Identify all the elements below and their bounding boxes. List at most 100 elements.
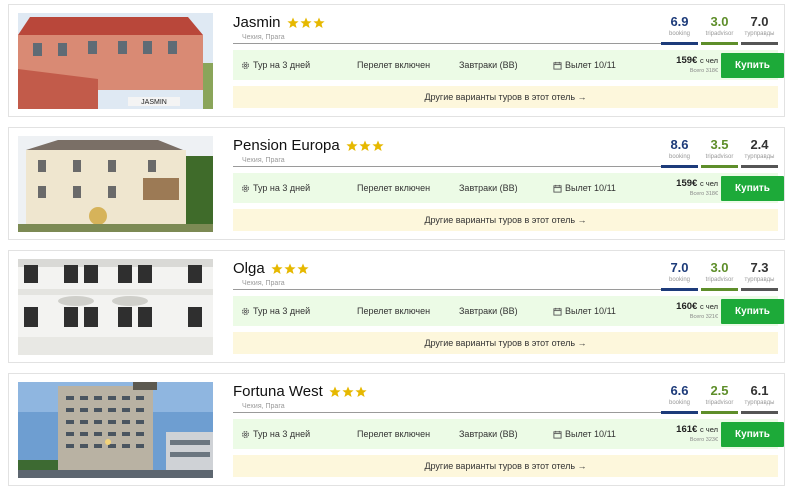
price-per-person: 159€ (676, 55, 698, 66)
tripadvisor-rating[interactable]: 3.5 tripadvisor (701, 136, 738, 168)
price-box: 161€ с чел Всего 323€ (658, 424, 718, 444)
price-total: Всего 323€ (689, 437, 718, 443)
turpravdy-rating[interactable]: 7.0 турправды (741, 13, 778, 45)
divider (233, 43, 661, 44)
more-tours-link[interactable]: Другие варианты туров в этот отель → (233, 86, 778, 108)
star-icon (299, 17, 312, 29)
hotel-location: Чехия, Прага (242, 280, 285, 287)
star-icon (342, 386, 354, 398)
booking-rating-label: booking (668, 277, 691, 283)
divider (233, 289, 661, 290)
hotel-photo-image (18, 259, 213, 355)
booking-rating-label: booking (668, 31, 691, 37)
turpravdy-rating[interactable]: 2.4 турправды (741, 136, 778, 168)
tour-duration: Тур на 3 дней (241, 296, 310, 326)
star-icon (312, 17, 325, 29)
buy-button[interactable]: Купить (721, 422, 784, 447)
booking-rating[interactable]: 8.6 booking (661, 136, 698, 168)
hotel-name-text: Pension Europa (233, 137, 340, 154)
booking-rating-bar (661, 165, 698, 168)
departure-date-text: Вылет 10/11 (565, 429, 616, 439)
more-tours-link[interactable]: Другие варианты туров в этот отель → (233, 332, 778, 354)
star-rating (346, 140, 385, 152)
star-icon (372, 140, 384, 152)
meals-info: Завтраки (BB) (459, 429, 518, 439)
booking-rating[interactable]: 7.0 booking (661, 259, 698, 291)
hotel-name[interactable]: Fortuna West (233, 383, 368, 400)
gear-icon (242, 430, 249, 438)
star-icon (355, 386, 367, 398)
tour-duration: Тур на 3 дней (241, 50, 310, 80)
price-per-person-label: с чел (699, 425, 718, 434)
star-icon (346, 140, 358, 152)
hotel-name[interactable]: Pension Europa (233, 137, 385, 154)
tripadvisor-rating-value: 3.5 (710, 137, 729, 152)
booking-rating-bar (661, 42, 698, 45)
price-per-person: 159€ (676, 178, 698, 189)
offer-row: Тур на 3 дней Перелет включен Завтраки (… (233, 50, 784, 80)
tour-duration-text: Тур на 3 дней (253, 183, 311, 193)
hotel-name-text: Jasmin (233, 14, 281, 31)
tripadvisor-rating[interactable]: 2.5 tripadvisor (701, 382, 738, 414)
star-icon (271, 263, 283, 275)
departure-date-text: Вылет 10/11 (565, 183, 616, 193)
tripadvisor-rating-bar (701, 411, 738, 414)
booking-rating-bar (661, 288, 698, 291)
flight-info: Перелет включен (357, 60, 431, 70)
booking-rating[interactable]: 6.9 booking (661, 13, 698, 45)
tour-duration-text: Тур на 3 дней (253, 60, 311, 70)
star-rating (329, 386, 368, 398)
tripadvisor-rating[interactable]: 3.0 tripadvisor (701, 13, 738, 45)
buy-button[interactable]: Купить (721, 53, 784, 78)
flight-info: Перелет включен (357, 429, 431, 439)
tripadvisor-rating-bar (701, 42, 738, 45)
tripadvisor-rating[interactable]: 3.0 tripadvisor (701, 259, 738, 291)
hotel-location: Чехия, Прага (242, 34, 285, 41)
booking-rating-label: booking (668, 154, 691, 160)
buy-button[interactable]: Купить (721, 176, 784, 201)
hotel-photo[interactable] (18, 259, 213, 355)
calendar-icon (553, 61, 562, 70)
hotel-photo[interactable] (18, 136, 213, 232)
turpravdy-rating[interactable]: 7.3 турправды (741, 259, 778, 291)
booking-rating-value: 8.6 (670, 137, 689, 152)
turpravdy-rating-label: турправды (744, 154, 775, 160)
hotel-name[interactable]: Jasmin (233, 14, 326, 31)
turpravdy-rating-label: турправды (744, 277, 775, 283)
more-tours-link[interactable]: Другие варианты туров в этот отель → (233, 455, 778, 477)
price-per-person: 161€ (676, 424, 698, 435)
offer-row: Тур на 3 дней Перелет включен Завтраки (… (233, 419, 784, 449)
hotel-location: Чехия, Прага (242, 157, 285, 164)
more-tours-link[interactable]: Другие варианты туров в этот отель → (233, 209, 778, 231)
tripadvisor-rating-label: tripadvisor (705, 31, 734, 37)
booking-rating[interactable]: 6.6 booking (661, 382, 698, 414)
hotel-name-text: Olga (233, 260, 265, 277)
star-icon (297, 263, 309, 275)
departure-date: Вылет 10/11 (553, 419, 616, 449)
booking-rating-bar (661, 411, 698, 414)
tripadvisor-rating-label: tripadvisor (705, 154, 734, 160)
turpravdy-rating[interactable]: 6.1 турправды (741, 382, 778, 414)
hotel-card: JASMIN Jasmin Чехия, Прага 6.9 booking 3… (8, 4, 785, 117)
tripadvisor-rating-label: tripadvisor (705, 400, 734, 406)
booking-rating-value: 6.9 (670, 14, 689, 29)
star-icon (286, 17, 299, 29)
tripadvisor-rating-value: 3.0 (710, 260, 729, 275)
hotel-photo-image: JASMIN (18, 13, 213, 109)
hotel-photo[interactable]: JASMIN (18, 13, 213, 109)
buy-button[interactable]: Купить (721, 299, 784, 324)
hotel-name[interactable]: Olga (233, 260, 310, 277)
tripadvisor-rating-bar (701, 288, 738, 291)
turpravdy-rating-value: 2.4 (750, 137, 769, 152)
departure-date-text: Вылет 10/11 (565, 60, 616, 70)
booking-rating-value: 7.0 (670, 260, 689, 275)
tour-duration-text: Тур на 3 дней (253, 306, 311, 316)
hotel-photo-image (18, 136, 213, 232)
hotel-card: Fortuna West Чехия, Прага 6.6 booking 2.… (8, 373, 785, 486)
price-box: 160€ с чел Всего 321€ (658, 301, 718, 321)
meals-info: Завтраки (BB) (459, 306, 518, 316)
hotel-photo-image (18, 382, 213, 478)
departure-date: Вылет 10/11 (553, 173, 616, 203)
tour-duration: Тур на 3 дней (241, 173, 310, 203)
hotel-photo[interactable] (18, 382, 213, 478)
